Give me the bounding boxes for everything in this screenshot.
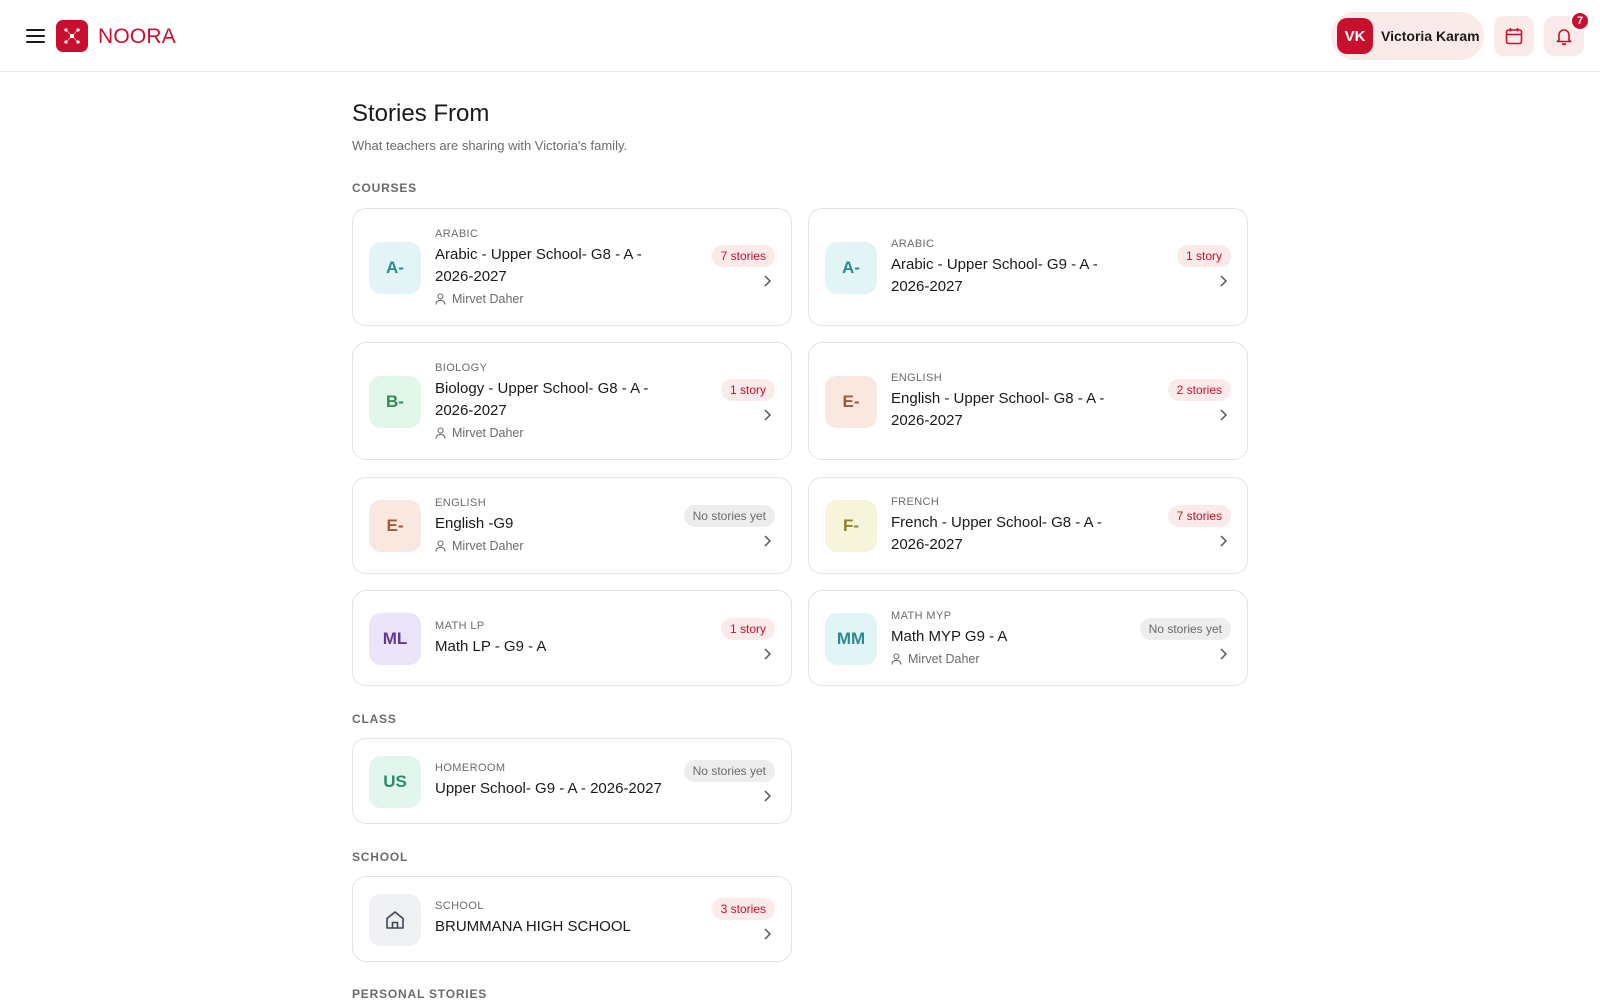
section-label-school: SCHOOL [352, 850, 409, 864]
course-avatar: A- [825, 242, 877, 294]
notification-count-badge: 7 [1570, 11, 1590, 31]
notifications-button[interactable]: 7 [1544, 11, 1590, 56]
course-category: BIOLOGY [435, 362, 488, 374]
story-count-badge: 1 story [720, 379, 775, 401]
story-count-badge: 2 stories [1167, 379, 1231, 401]
course-title: English -G9 [435, 515, 514, 532]
course-category: MATH LP [435, 620, 485, 632]
course-card[interactable]: B- BIOLOGY Biology - Upper School- G8 - … [352, 342, 792, 460]
section-label-courses: COURSES [352, 181, 417, 195]
course-avatar: E- [369, 500, 421, 552]
class-title: Upper School- G9 - A - 2026-2027 [435, 780, 662, 797]
user-menu-button[interactable]: VK Victoria Karam [1331, 12, 1484, 60]
calendar-icon [1505, 28, 1523, 45]
course-card[interactable]: MM MATH MYP Math MYP G9 - A Mirvet Daher… [808, 590, 1248, 686]
course-avatar: MM [825, 613, 877, 665]
brand-name[interactable]: NOORA [98, 25, 176, 49]
course-category: FRENCH [891, 496, 940, 508]
chevron-right-icon [764, 648, 771, 660]
course-title: Biology - Upper School- G8 - A -2026-202… [435, 380, 649, 419]
chevron-right-icon [1220, 648, 1227, 660]
course-category: MATH MYP [891, 610, 952, 622]
chevron-right-icon [1220, 409, 1227, 421]
course-avatar: ML [369, 613, 421, 665]
person-icon [435, 540, 446, 552]
school-avatar [369, 894, 421, 946]
teacher-name: Mirvet Daher [452, 426, 524, 440]
class-avatar: US [369, 756, 421, 808]
page-header: Stories From What teachers are sharing w… [352, 100, 1248, 153]
story-count-badge: 3 stories [711, 898, 775, 920]
course-card[interactable]: E- ENGLISH English - Upper School- G8 - … [808, 342, 1248, 460]
course-category: ENGLISH [435, 497, 487, 509]
course-title: Arabic - Upper School- G8 - A -2026-2027 [435, 246, 642, 285]
course-title: Arabic - Upper School- G9 - A -2026-2027 [891, 256, 1098, 295]
course-card[interactable]: A- ARABIC Arabic - Upper School- G8 - A … [352, 208, 792, 326]
course-avatar: E- [825, 376, 877, 428]
chevron-right-icon [764, 409, 771, 421]
teacher-name: Mirvet Daher [452, 539, 524, 553]
course-title: French - Upper School- G8 - A -2026-2027 [891, 514, 1102, 553]
story-count-badge: 7 stories [711, 245, 775, 267]
teacher: Mirvet Daher [435, 426, 685, 440]
course-title: Math MYP G9 - A [891, 628, 1008, 645]
story-count-badge: 1 story [720, 618, 775, 640]
school-card[interactable]: SCHOOL BRUMMANA HIGH SCHOOL 3 stories [352, 876, 792, 962]
story-count-badge: No stories yet [683, 760, 775, 782]
course-title: Math LP - G9 - A [435, 638, 547, 655]
course-avatar: A- [369, 242, 421, 294]
course-category: ENGLISH [891, 372, 943, 384]
section-label-class: CLASS [352, 712, 397, 726]
course-card[interactable]: A- ARABIC Arabic - Upper School- G9 - A … [808, 208, 1248, 326]
course-title: English - Upper School- G8 - A -2026-202… [891, 390, 1105, 429]
brand-logo-icon[interactable] [56, 20, 88, 52]
teacher-name: Mirvet Daher [908, 652, 980, 666]
chevron-right-icon [764, 275, 771, 287]
story-count-badge: 7 stories [1167, 505, 1231, 527]
chevron-right-icon [764, 535, 771, 547]
teacher: Mirvet Daher [435, 539, 685, 553]
course-card[interactable]: E- ENGLISH English -G9 Mirvet Daher No s… [352, 477, 792, 574]
menu-icon[interactable] [26, 28, 45, 44]
person-icon [435, 293, 446, 305]
calendar-button[interactable] [1494, 16, 1534, 56]
home-icon [386, 911, 404, 929]
story-count-badge: No stories yet [683, 505, 775, 527]
teacher: Mirvet Daher [891, 652, 1141, 666]
section-label-personal-stories: PERSONAL STORIES [352, 987, 488, 1000]
person-icon [891, 653, 902, 665]
story-count-badge: 1 story [1176, 245, 1231, 267]
teacher: Mirvet Daher [435, 292, 685, 306]
course-category: ARABIC [891, 238, 935, 250]
chevron-right-icon [764, 928, 771, 940]
school-category: SCHOOL [435, 900, 484, 912]
teacher-name: Mirvet Daher [452, 292, 524, 306]
chevron-right-icon [1220, 275, 1227, 287]
class-category: HOMEROOM [435, 762, 506, 774]
course-category: ARABIC [435, 228, 479, 240]
person-icon [435, 427, 446, 439]
class-card[interactable]: US HOMEROOM Upper School- G9 - A - 2026-… [352, 738, 792, 824]
school-title: BRUMMANA HIGH SCHOOL [435, 918, 631, 935]
chevron-right-icon [1220, 535, 1227, 547]
course-avatar: F- [825, 500, 877, 552]
top-bar: NOORA VK Victoria Karam 7 [0, 0, 1600, 72]
course-avatar: B- [369, 376, 421, 428]
avatar: VK [1337, 18, 1373, 54]
story-count-badge: No stories yet [1139, 618, 1231, 640]
user-name: Victoria Karam [1381, 28, 1480, 44]
chevron-right-icon [764, 790, 771, 802]
course-card[interactable]: ML MATH LP Math LP - G9 - A 1 story [352, 590, 792, 686]
page-title: Stories From [352, 100, 490, 127]
page-subtitle: What teachers are sharing with Victoria'… [352, 138, 628, 153]
bell-icon [1556, 29, 1572, 46]
course-card[interactable]: F- FRENCH French - Upper School- G8 - A … [808, 477, 1248, 574]
